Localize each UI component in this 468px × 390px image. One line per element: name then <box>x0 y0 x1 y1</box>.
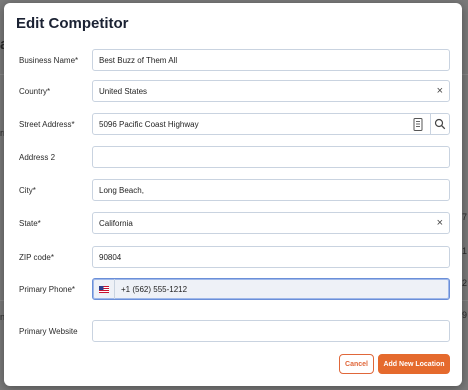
address2-input[interactable] <box>92 146 450 168</box>
business-name-row: Business Name* Best Buzz of Them All <box>4 49 462 73</box>
street-address-label: Street Address* <box>19 120 75 129</box>
business-name-input[interactable]: Best Buzz of Them All <box>92 49 450 71</box>
city-row: City* Long Beach, <box>4 179 462 203</box>
street-address-value: 5096 Pacific Coast Highway <box>99 120 199 129</box>
country-value: United States <box>99 87 148 96</box>
street-address-row: Street Address* 5096 Pacific Coast Highw… <box>4 113 462 137</box>
primary-phone-row: Primary Phone* +1 (562) 555-1212 <box>4 278 462 302</box>
address-book-icon[interactable] <box>413 118 423 131</box>
state-label: State* <box>19 219 41 228</box>
city-input[interactable]: Long Beach, <box>92 179 450 201</box>
business-name-value: Best Buzz of Them All <box>99 56 178 65</box>
city-label: City* <box>19 186 36 195</box>
primary-website-input[interactable] <box>92 320 450 342</box>
state-select[interactable]: California × <box>92 212 450 234</box>
add-new-location-button[interactable]: Add New Location <box>378 354 450 374</box>
modal-title: Edit Competitor <box>16 15 129 32</box>
city-value: Long Beach, <box>99 186 144 195</box>
us-flag-icon <box>98 285 109 293</box>
zip-label: ZIP code* <box>19 253 54 262</box>
address2-row: Address 2 <box>4 146 462 170</box>
primary-phone-value: +1 (562) 555-1212 <box>121 285 188 294</box>
clear-icon[interactable]: × <box>437 216 443 230</box>
country-row: Country* United States × <box>4 80 462 104</box>
address2-label: Address 2 <box>19 153 56 162</box>
primary-website-label: Primary Website <box>19 327 78 336</box>
primary-phone-input[interactable]: +1 (562) 555-1212 <box>92 278 450 300</box>
bg-fragment-9: 9 <box>462 310 468 320</box>
clear-icon[interactable]: × <box>437 84 443 98</box>
country-select[interactable]: United States × <box>92 80 450 102</box>
search-icon[interactable] <box>434 118 446 130</box>
field-divider <box>430 114 431 134</box>
edit-competitor-modal: Edit Competitor Business Name* Best Buzz… <box>4 3 462 386</box>
zip-input[interactable]: 90804 <box>92 246 450 268</box>
zip-value: 90804 <box>99 253 122 262</box>
bg-fragment-7: 7 <box>462 212 468 222</box>
bg-fragment-1: 1 <box>462 246 468 256</box>
primary-website-row: Primary Website <box>4 320 462 344</box>
country-label: Country* <box>19 87 51 96</box>
state-value: California <box>99 219 133 228</box>
country-code-selector[interactable] <box>93 279 115 299</box>
state-row: State* California × <box>4 212 462 236</box>
zip-row: ZIP code* 90804 <box>4 246 462 270</box>
cancel-button[interactable]: Cancel <box>339 354 374 374</box>
primary-phone-label: Primary Phone* <box>19 285 76 294</box>
bg-fragment-2: 2 <box>462 278 468 288</box>
business-name-label: Business Name* <box>19 56 79 65</box>
street-address-input[interactable]: 5096 Pacific Coast Highway <box>92 113 450 135</box>
